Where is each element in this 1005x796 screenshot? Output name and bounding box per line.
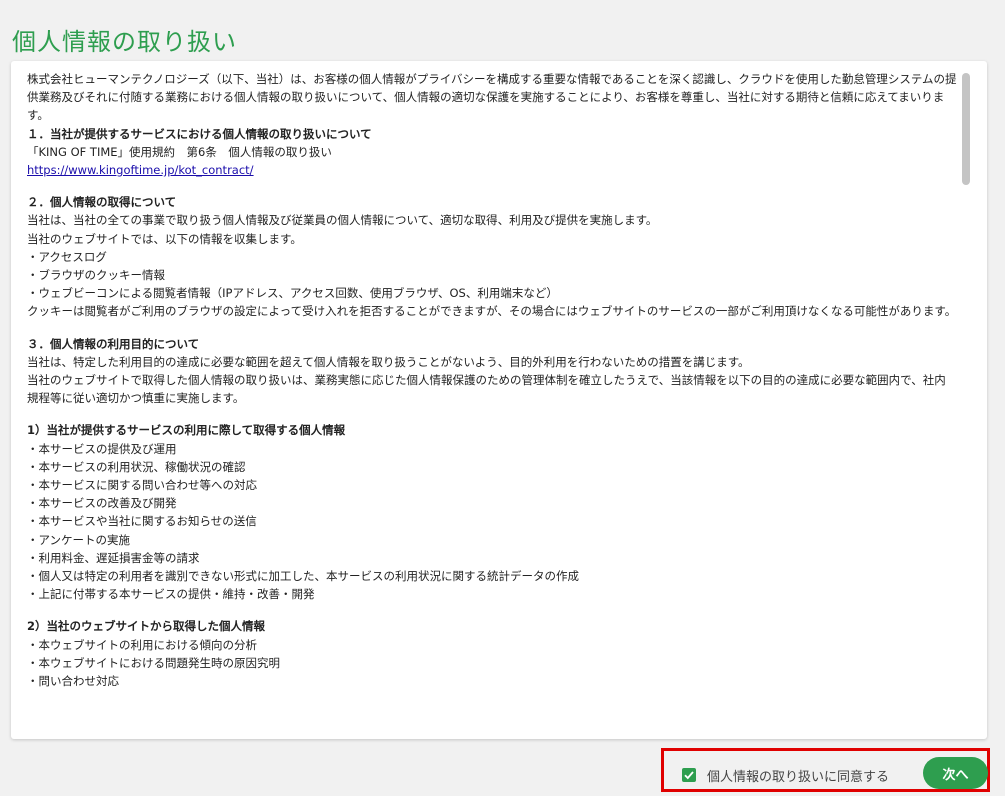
section-1-text: 「KING OF TIME」使用規約 第6条 個人情報の取り扱い: [27, 144, 332, 159]
list-item: ・本サービスや当社に関するお知らせの送信: [27, 514, 257, 529]
subsection-2: 2）当社のウェブサイトから取得した個人情報 ・本ウェブサイトの利用における傾向の…: [27, 617, 957, 690]
consent-label[interactable]: 個人情報の取り扱いに同意する: [707, 766, 889, 785]
list-item: ・上記に付帯する本サービスの提供・維持・改善・開発: [27, 587, 315, 602]
section-1: １．当社が提供するサービスにおける個人情報の取り扱いについて 「KING OF …: [27, 125, 957, 180]
list-item: ・アンケートの実施: [27, 532, 131, 547]
list-item: ・本ウェブサイトにおける問題発生時の原因究明: [27, 655, 280, 670]
section-2-line: ・ウェブビーコンによる閲覧者情報（IPアドレス、アクセス回数、使用ブラウザ、OS…: [27, 286, 558, 301]
contract-link[interactable]: https://www.kingoftime.jp/kot_contract/: [27, 163, 254, 177]
section-3-heading: ３．個人情報の利用目的について: [27, 336, 200, 351]
intro-text: 株式会社ヒューマンテクノロジーズ（以下、当社）は、お客様の個人情報がプライバシー…: [27, 72, 957, 123]
subsection-1-heading: 1）当社が提供するサービスの利用に際して取得する個人情報: [27, 423, 346, 438]
list-item: ・本サービスに関する問い合わせ等への対応: [27, 478, 257, 493]
section-2-line: 当社は、当社の全ての事業で取り扱う個人情報及び従業員の個人情報について、適切な取…: [27, 213, 658, 228]
section-1-heading: １．当社が提供するサービスにおける個人情報の取り扱いについて: [27, 126, 372, 141]
next-button[interactable]: 次へ: [923, 757, 988, 789]
list-item: ・問い合わせ対応: [27, 674, 119, 689]
scrollbar-thumb[interactable]: [962, 73, 970, 185]
consent-checkbox[interactable]: [682, 768, 696, 782]
section-2-line: ・アクセスログ: [27, 249, 107, 264]
scrollbar[interactable]: [962, 73, 970, 723]
section-2-line: ・ブラウザのクッキー情報: [27, 268, 165, 283]
section-2-heading: ２．個人情報の取得について: [27, 195, 177, 210]
list-item: ・本ウェブサイトの利用における傾向の分析: [27, 637, 257, 652]
list-item: ・本サービスの提供及び運用: [27, 441, 177, 456]
list-item: ・本サービスの改善及び開発: [27, 496, 177, 511]
page-title: 個人情報の取り扱い: [12, 28, 237, 57]
subsection-1: 1）当社が提供するサービスの利用に際して取得する個人情報 ・本サービスの提供及び…: [27, 421, 957, 603]
subsection-2-heading: 2）当社のウェブサイトから取得した個人情報: [27, 619, 265, 634]
section-2-line: 当社のウェブサイトでは、以下の情報を収集します。: [27, 231, 302, 246]
section-3: ３．個人情報の利用目的について 当社は、特定した利用目的の達成に必要な範囲を超え…: [27, 335, 957, 408]
section-2-line: クッキーは閲覧者がご利用のブラウザの設定によって受け入れを拒否することができます…: [27, 304, 957, 319]
check-icon: [684, 771, 694, 780]
section-3-line: 当社のウェブサイトで取得した個人情報の取り扱いは、業務実態に応じた個人情報保護の…: [27, 373, 946, 406]
section-3-line: 当社は、特定した利用目的の達成に必要な範囲を超えて個人情報を取り扱うことがないよ…: [27, 354, 750, 369]
policy-text-area[interactable]: 株式会社ヒューマンテクノロジーズ（以下、当社）は、お客様の個人情報がプライバシー…: [27, 70, 957, 722]
list-item: ・個人又は特定の利用者を識別できない形式に加工した、本サービスの利用状況に関する…: [27, 569, 579, 584]
list-item: ・本サービスの利用状況、稼働状況の確認: [27, 459, 246, 474]
policy-card: 株式会社ヒューマンテクノロジーズ（以下、当社）は、お客様の個人情報がプライバシー…: [11, 61, 987, 739]
section-2: ２．個人情報の取得について 当社は、当社の全ての事業で取り扱う個人情報及び従業員…: [27, 193, 957, 320]
list-item: ・利用料金、遅延損害金等の請求: [27, 550, 200, 565]
